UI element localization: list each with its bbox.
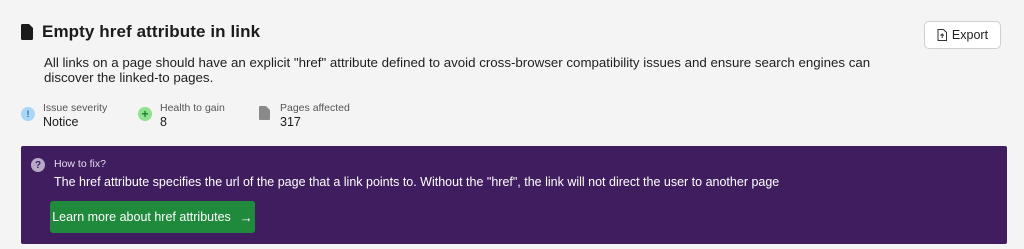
export-file-icon xyxy=(937,29,947,41)
metrics-row: ! Issue severity Notice + Health to gain… xyxy=(21,102,350,130)
export-button[interactable]: Export xyxy=(924,21,1001,49)
page-icon xyxy=(259,106,270,120)
metric-health: + Health to gain 8 xyxy=(138,102,259,130)
metric-label: Issue severity xyxy=(43,102,108,114)
title-row: Empty href attribute in link xyxy=(21,22,260,42)
metric-value: 8 xyxy=(160,115,167,129)
fix-title: How to fix? xyxy=(54,158,106,170)
metric-label: Pages affected xyxy=(280,102,350,114)
question-icon: ? xyxy=(31,158,45,172)
metric-pages: Pages affected 317 xyxy=(259,102,350,130)
info-icon: ! xyxy=(21,107,35,121)
issue-page: Empty href attribute in link Export All … xyxy=(0,0,1024,249)
metric-severity: ! Issue severity Notice xyxy=(21,102,138,130)
issue-description: All links on a page should have an expli… xyxy=(44,55,871,85)
document-icon xyxy=(21,24,33,40)
learn-more-button[interactable]: Learn more about href attributes → xyxy=(50,201,255,233)
metric-value: Notice xyxy=(43,115,79,129)
metric-label: Health to gain xyxy=(160,102,225,114)
learn-more-label: Learn more about href attributes xyxy=(52,210,231,224)
export-label: Export xyxy=(951,28,989,42)
arrow-right-icon: → xyxy=(239,209,253,225)
page-title: Empty href attribute in link xyxy=(42,22,261,41)
fix-text: The href attribute specifies the url of … xyxy=(54,175,780,189)
plus-icon: + xyxy=(138,107,152,121)
metric-value: 317 xyxy=(280,115,301,129)
how-to-fix-panel: ? How to fix? The href attribute specifi… xyxy=(21,146,1007,244)
